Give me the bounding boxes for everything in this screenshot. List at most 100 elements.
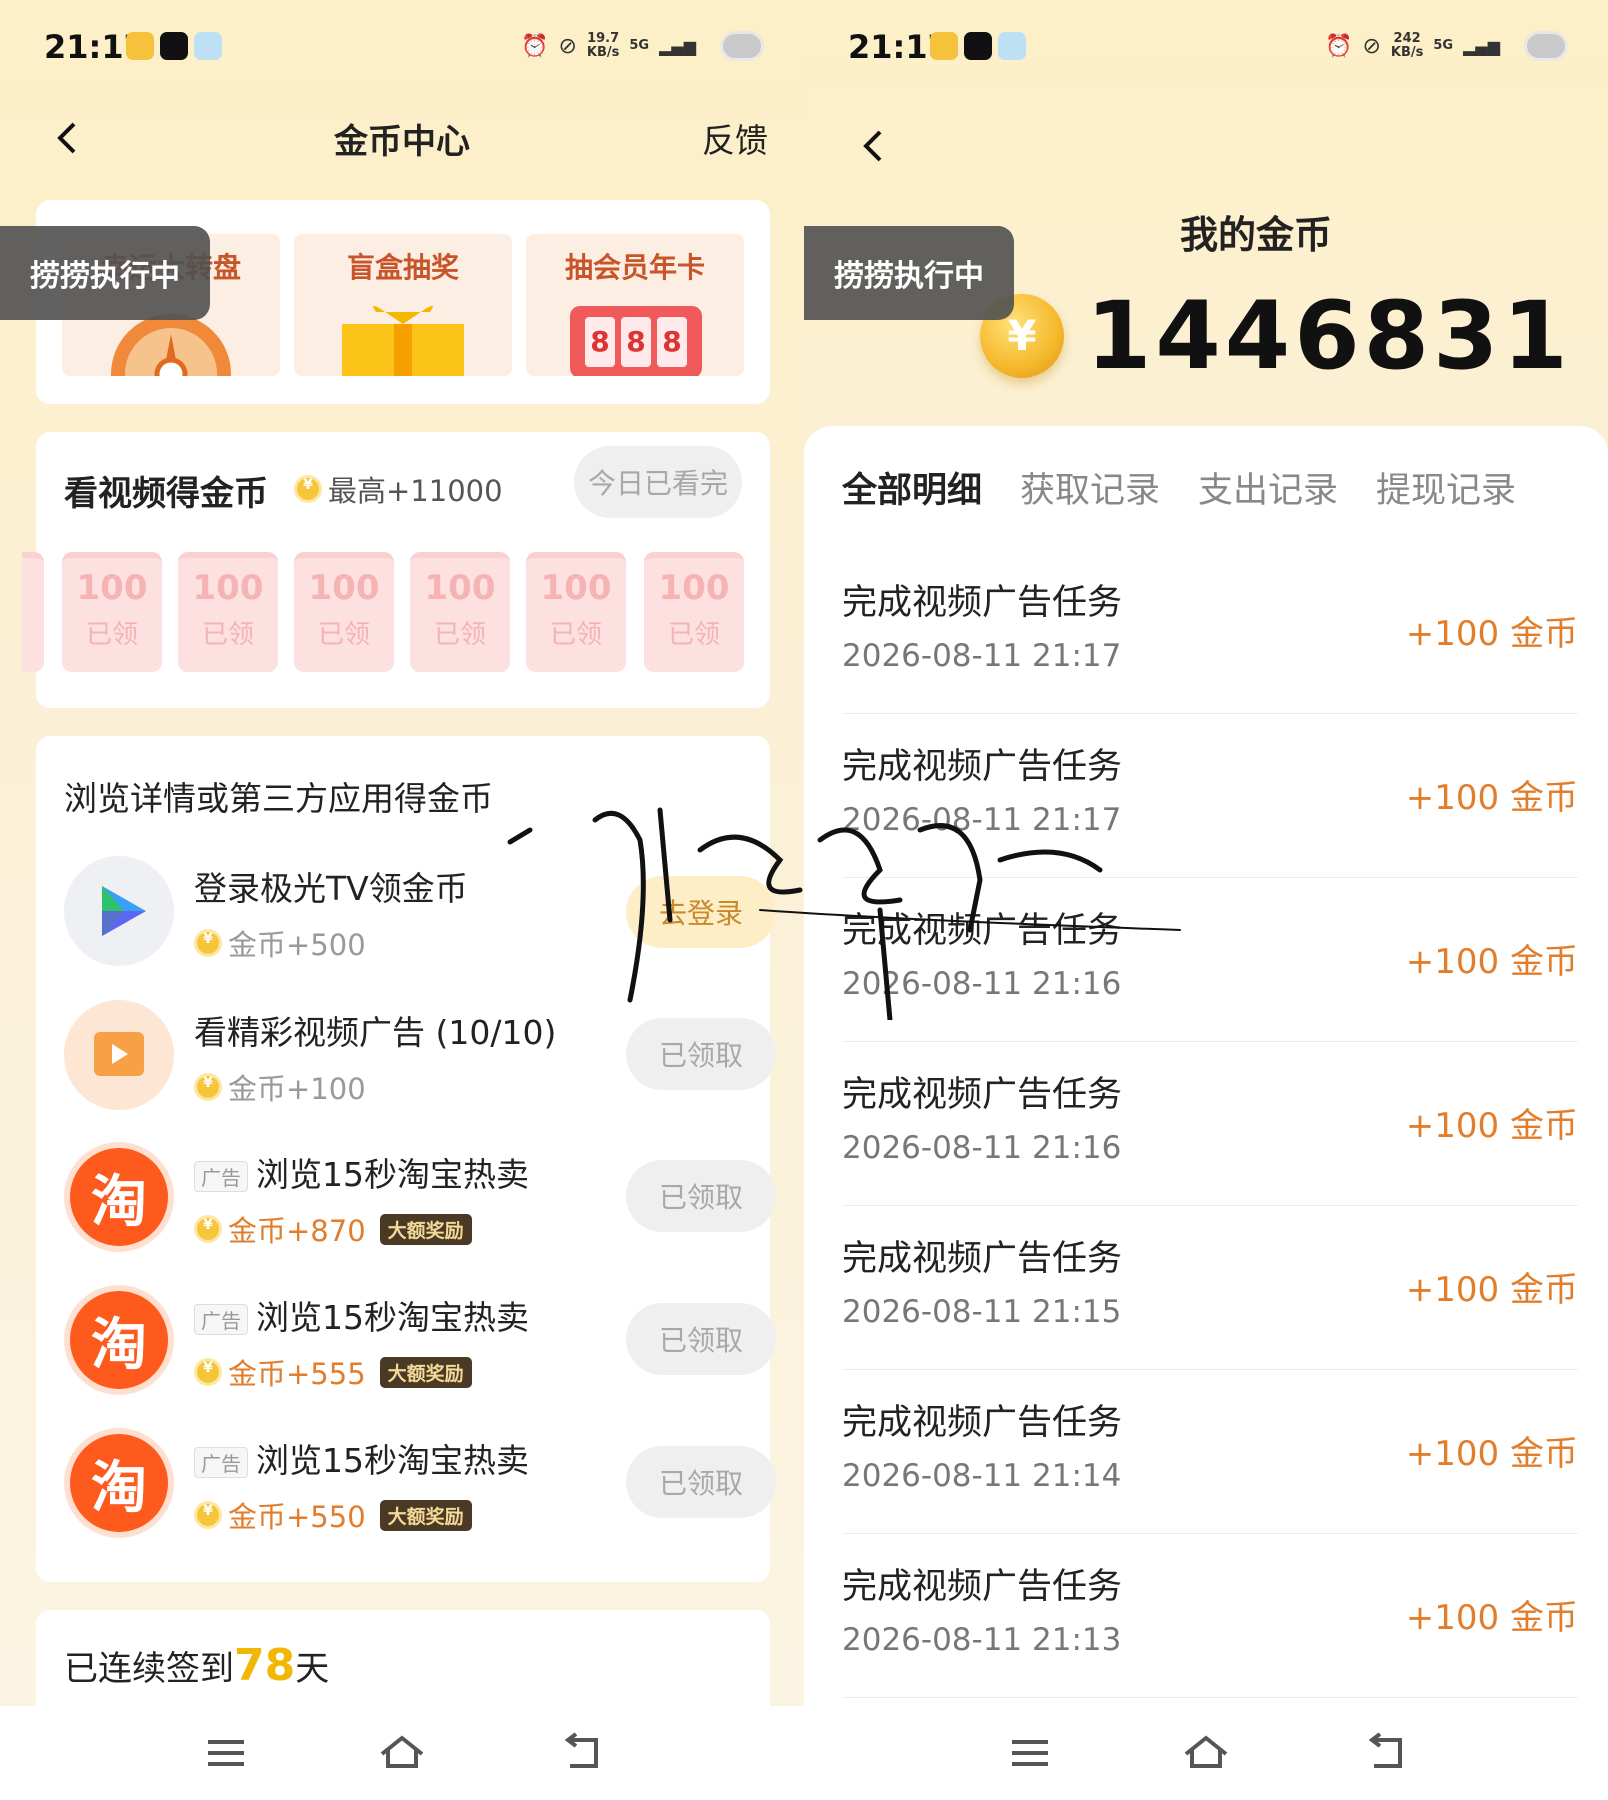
record-title: 完成视频广告任务 — [842, 747, 1123, 787]
record-row: 完成视频广告任务 2026-08-11 21:14 +100 金币 — [842, 1370, 1578, 1534]
record-row: 完成视频广告任务 2026-08-11 21:16 +100 金币 — [842, 878, 1578, 1042]
signal-5g: 5G — [629, 38, 650, 53]
tab-withdraw[interactable]: 提现记录 — [1376, 462, 1516, 513]
coin-icon — [194, 1073, 222, 1101]
claimed-button[interactable]: 已领取 — [626, 1018, 776, 1090]
home-icon[interactable] — [1176, 1728, 1236, 1778]
eye-off-icon: ⊘ — [558, 33, 577, 59]
weibo-icon — [126, 32, 154, 60]
tab-earn[interactable]: 获取记录 — [1020, 462, 1160, 513]
login-button[interactable]: 去登录 — [626, 876, 776, 948]
vip-card-lottery[interactable]: 抽会员年卡 8 8 8 — [526, 234, 744, 376]
record-title: 完成视频广告任务 — [842, 1075, 1123, 1115]
back-icon[interactable] — [552, 1728, 612, 1778]
task-reward-text: 金币+100 — [228, 1072, 366, 1106]
claimed-button[interactable]: 已领取 — [626, 1160, 776, 1232]
task-title: 登录极光TV领金币 — [194, 869, 468, 908]
record-time: 2026-08-11 21:15 — [842, 1294, 1122, 1330]
menu-icon[interactable] — [1000, 1728, 1060, 1778]
back-arrow-icon[interactable] — [856, 124, 892, 168]
home-icon[interactable] — [372, 1728, 432, 1778]
task-reward: 金币+100 — [194, 1066, 366, 1108]
big-reward-badge: 大额奖励 — [379, 1213, 472, 1245]
big-reward-badge: 大额奖励 — [379, 1356, 472, 1388]
task-reward: 金币+550 大额奖励 — [194, 1494, 472, 1536]
record-amount: +100 金币 — [1405, 614, 1578, 654]
reward-envelope[interactable]: 100 已领 — [644, 552, 744, 672]
coin-icon — [194, 929, 222, 957]
tab-all[interactable]: 全部明细 — [842, 462, 982, 513]
signal-bars-icon: ▂▄▆ — [659, 36, 696, 56]
ad-tag: 广告 — [194, 1447, 248, 1478]
reward-envelope[interactable]: 100 已领 — [294, 552, 394, 672]
watch-video-title: 看视频得金币 — [64, 474, 268, 514]
envelope-amount: 100 — [424, 568, 496, 608]
running-badge[interactable]: 捞捞执行中 — [0, 226, 210, 320]
claimed-button[interactable]: 已领取 — [626, 1446, 776, 1518]
coin-icon — [194, 1501, 222, 1529]
blind-box-label: 盲盒抽奖 — [346, 251, 459, 284]
record-time: 2026-08-11 21:13 — [842, 1622, 1122, 1658]
big-reward-badge: 大额奖励 — [379, 1499, 472, 1531]
record-row: 完成视频广告任务 2026-08-11 21:17 +100 金币 — [842, 550, 1578, 714]
app-icon — [160, 32, 188, 60]
watched-today-button[interactable]: 今日已看完 — [574, 446, 742, 518]
task-reward: 金币+555 大额奖励 — [194, 1351, 472, 1393]
record-title: 完成视频广告任务 — [842, 1567, 1123, 1607]
signal-5g: 5G — [1433, 38, 1454, 53]
envelope-state: 已领 — [201, 620, 254, 650]
vip-card-label: 抽会员年卡 — [564, 251, 705, 284]
eye-off-icon: ⊘ — [1362, 33, 1381, 59]
feedback-link[interactable]: 反馈 — [702, 114, 768, 162]
task-title-text: 浏览15秒淘宝热卖 — [256, 1155, 529, 1194]
slot-digit: 8 — [621, 317, 651, 367]
record-row: 完成视频广告任务 2026-08-11 21:15 +100 金币 — [842, 1206, 1578, 1370]
net-speed: 242 KB/s — [1390, 31, 1424, 60]
task-reward: 金币+500 — [194, 922, 366, 964]
record-amount: +100 金币 — [1405, 1270, 1578, 1310]
record-amount: +100 金币 — [1405, 1434, 1578, 1474]
menu-icon[interactable] — [196, 1728, 256, 1778]
alarm-icon: ⏰ — [521, 33, 549, 59]
task-reward-text: 金币+550 — [228, 1500, 366, 1534]
record-amount: +100 金币 — [1405, 778, 1578, 818]
task-title: 广告 浏览15秒淘宝热卖 — [194, 1291, 529, 1339]
ad-tag: 广告 — [194, 1304, 248, 1335]
reward-envelope[interactable]: 100 已领 — [62, 552, 162, 672]
taobao-icon: 淘 — [64, 1285, 174, 1395]
task-title: 广告 浏览15秒淘宝热卖 — [194, 1148, 529, 1196]
envelope-state: 已领 — [433, 620, 486, 650]
task-reward: 金币+870 大额奖励 — [194, 1208, 472, 1250]
envelope-amount: 100 — [192, 568, 264, 608]
status-bar: 21:17 ⏰ ⊘ 242 KB/s 5G ▂▄▆ — [804, 0, 1608, 96]
signin-days: 78 — [234, 1640, 296, 1691]
signal-bars-icon: ▂▄▆ — [1463, 36, 1500, 56]
claimed-button[interactable]: 已领取 — [626, 1303, 776, 1375]
record-tabs: 全部明细 获取记录 支出记录 提现记录 — [842, 462, 1516, 513]
page-title: 金币中心 — [334, 122, 470, 162]
task-reward-text: 金币+500 — [228, 928, 366, 962]
reward-envelope[interactable]: 100 已领 — [526, 552, 626, 672]
record-time: 2026-08-11 21:17 — [842, 638, 1122, 674]
record-amount: +100 金币 — [1405, 1106, 1578, 1146]
battery-icon — [720, 31, 764, 61]
system-nav-bar — [804, 1706, 1608, 1800]
gallery-icon — [194, 32, 222, 60]
record-title: 完成视频广告任务 — [842, 1403, 1123, 1443]
coin-icon — [194, 1215, 222, 1243]
signin-prefix: 已连续签到 — [64, 1649, 234, 1689]
signin-suffix: 天 — [295, 1649, 330, 1689]
record-title: 完成视频广告任务 — [842, 911, 1123, 951]
record-row: 完成视频广告任务 2026-08-11 21:16 +100 金币 — [842, 1042, 1578, 1206]
envelope-amount: 100 — [308, 568, 380, 608]
back-icon[interactable] — [1356, 1728, 1416, 1778]
record-time: 2026-08-11 21:17 — [842, 802, 1122, 838]
task-title: 看精彩视频广告 (10/10) — [194, 1013, 557, 1052]
record-title: 完成视频广告任务 — [842, 1239, 1123, 1279]
reward-envelope[interactable]: 100 已领 — [410, 552, 510, 672]
tab-spend[interactable]: 支出记录 — [1198, 462, 1338, 513]
running-badge[interactable]: 捞捞执行中 — [804, 226, 1014, 320]
reward-envelope[interactable]: 100 已领 — [178, 552, 278, 672]
blind-box[interactable]: 盲盒抽奖 — [294, 234, 512, 376]
slot-machine-icon: 8 8 8 — [570, 306, 702, 376]
